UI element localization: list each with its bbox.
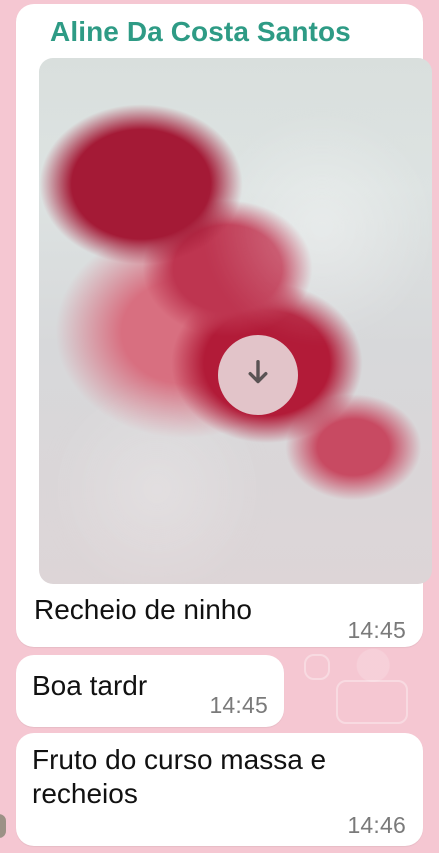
media-message-time: 14:45 [347,617,406,643]
blurred-image-preview[interactable] [39,58,432,584]
message-time-2: 14:46 [347,812,406,838]
message-text-1: Boa tardr [32,670,148,701]
media-caption: Recheio de ninho [34,594,252,625]
sender-name: Aline Da Costa Santos [50,16,351,47]
download-button[interactable] [218,335,298,415]
avatar-peek [0,814,6,838]
wallpaper-decoration-square [304,654,330,680]
message-bubble-1[interactable]: Boa tardr 14:45 [16,655,284,727]
message-text-2: Fruto do curso massa e recheios [32,744,327,810]
media-message-bubble[interactable]: Aline Da Costa Santos Recheio de ninho 1… [16,4,432,647]
image-blur-overlay [39,58,432,584]
download-arrow-icon [241,356,275,395]
message-time-1: 14:45 [209,692,268,718]
wallpaper-decoration-frame [336,680,408,724]
message-bubble-2[interactable]: Fruto do curso massa e recheios 14:46 [16,733,423,846]
